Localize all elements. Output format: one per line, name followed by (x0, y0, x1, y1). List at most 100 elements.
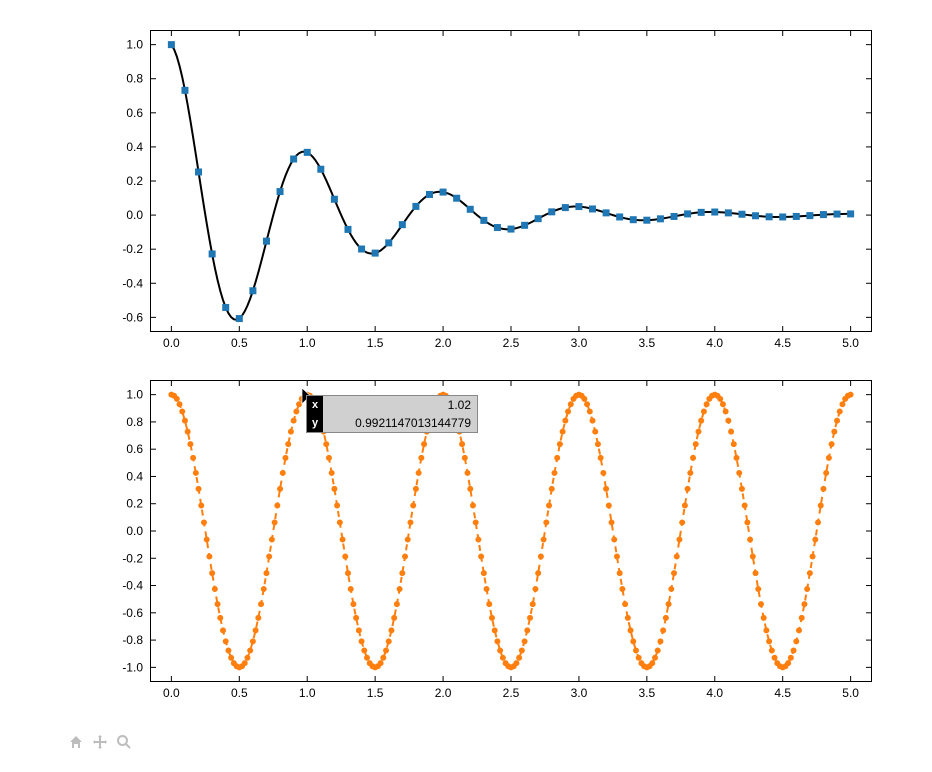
marker (326, 455, 331, 460)
marker (562, 205, 568, 211)
marker (756, 587, 761, 592)
home-icon[interactable] (66, 732, 86, 752)
marker (655, 648, 660, 653)
marker (473, 520, 478, 525)
marker (696, 429, 701, 434)
marker (168, 42, 174, 48)
marker (650, 661, 655, 666)
marker (454, 195, 460, 201)
x-tick-label: 2.0 (435, 686, 452, 700)
marker (248, 648, 253, 653)
x-tick-label: 3.5 (639, 686, 656, 700)
x-tick-label: 3.0 (571, 336, 588, 350)
marker (470, 503, 475, 508)
x-tick-label: 4.5 (774, 686, 791, 700)
y-tick-label: 0.2 (126, 174, 143, 188)
marker (820, 212, 826, 218)
marker (832, 429, 837, 434)
marker (372, 250, 378, 256)
marker (688, 470, 693, 475)
marker (294, 409, 299, 414)
marker (229, 655, 234, 660)
marker (204, 537, 209, 542)
marker (362, 648, 367, 653)
marker (617, 214, 623, 220)
marker (672, 571, 677, 576)
y-tick-label: -0.8 (122, 633, 143, 647)
marker (180, 409, 185, 414)
marker (188, 442, 193, 447)
tooltip-y-label: y (307, 414, 323, 432)
x-tick-label: 5.0 (842, 686, 859, 700)
marker (734, 455, 739, 460)
marker (269, 537, 274, 542)
marker (563, 418, 568, 423)
marker (259, 602, 264, 607)
marker (739, 211, 745, 217)
marker (609, 520, 614, 525)
marker (304, 149, 310, 155)
y-tick-label: 0.0 (126, 524, 143, 538)
x-tick-label: 2.0 (435, 336, 452, 350)
axes-top[interactable]: 0.00.51.01.52.02.53.03.54.04.55.0 -0.6-0… (150, 30, 872, 332)
marker (522, 639, 527, 644)
x-tick-label: 4.5 (774, 336, 791, 350)
marker (677, 537, 682, 542)
marker (462, 455, 467, 460)
marker (256, 615, 261, 620)
marker (601, 470, 606, 475)
figure: 0.00.51.01.52.02.53.03.54.04.55.0 -0.6-0… (0, 0, 932, 772)
marker (834, 211, 840, 217)
marker (566, 409, 571, 414)
marker (593, 429, 598, 434)
marker (824, 470, 829, 475)
marker (793, 213, 799, 219)
y-tick-label: 0.2 (126, 497, 143, 511)
marker (242, 661, 247, 666)
zoom-icon[interactable] (114, 732, 134, 752)
marker (582, 396, 587, 401)
marker (267, 554, 272, 559)
marker (729, 429, 734, 434)
marker (761, 615, 766, 620)
x-tick-label: 1.0 (299, 686, 316, 700)
marker (291, 156, 297, 162)
marker (403, 554, 408, 559)
marker (411, 503, 416, 508)
marker (671, 213, 677, 219)
marker (261, 587, 266, 592)
pan-icon[interactable] (90, 732, 110, 752)
marker (386, 639, 391, 644)
marker (530, 602, 535, 607)
marker (739, 486, 744, 491)
marker (250, 288, 256, 294)
marker (245, 655, 250, 660)
axes-bottom[interactable]: 0.00.51.01.52.02.53.03.54.04.55.0 -1.0-0… (150, 380, 872, 682)
marker (549, 486, 554, 491)
marker (786, 661, 791, 666)
marker (495, 639, 500, 644)
marker (226, 648, 231, 653)
marker (603, 210, 609, 216)
marker (598, 455, 603, 460)
marker (560, 429, 565, 434)
marker (669, 587, 674, 592)
x-tick-label: 2.5 (503, 686, 520, 700)
y-tick-label: -1.0 (122, 660, 143, 674)
y-tick-label: -0.2 (122, 242, 143, 256)
marker (215, 602, 220, 607)
marker (399, 222, 405, 228)
marker (413, 486, 418, 491)
marker (348, 587, 353, 592)
marker (604, 486, 609, 491)
marker (620, 587, 625, 592)
marker (712, 209, 718, 215)
marker (810, 554, 815, 559)
series-cos-dashed (171, 395, 850, 668)
hover-tooltip: x 1.02 y 0.9921147013144779 (306, 395, 478, 433)
marker (813, 537, 818, 542)
marker (389, 628, 394, 633)
marker (636, 655, 641, 660)
marker (691, 455, 696, 460)
marker (547, 503, 552, 508)
